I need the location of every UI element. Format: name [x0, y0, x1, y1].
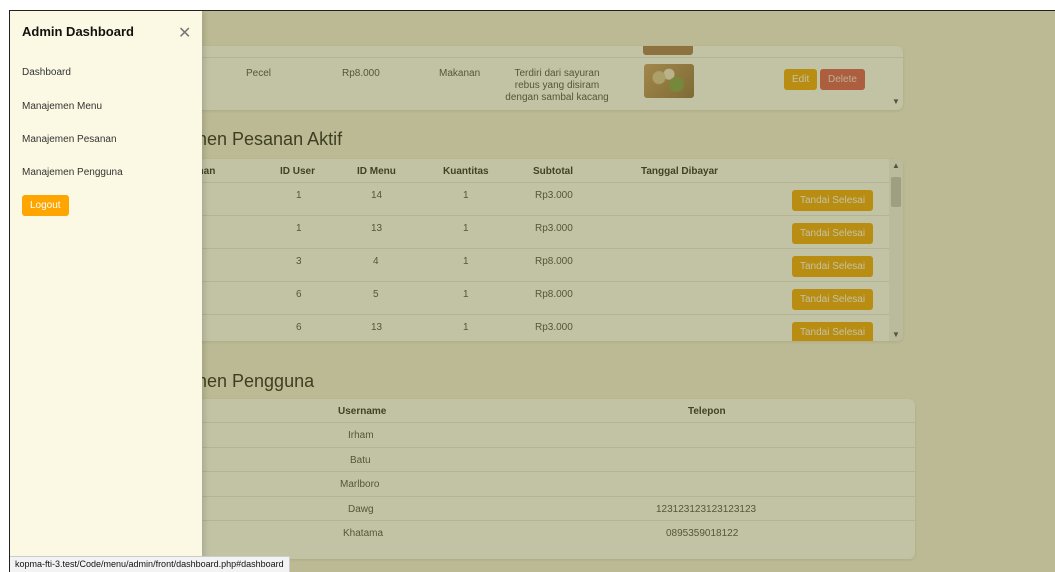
- browser-viewport: Pecel Rp8.000 Makanan Terdiri dari sayur…: [9, 10, 1055, 572]
- sidebar-item-dashboard[interactable]: Dashboard: [22, 67, 71, 78]
- sidebar-item-manajemen-menu[interactable]: Manajemen Menu: [22, 101, 102, 112]
- status-bar-url: kopma-fti-3.test/Code/menu/admin/front/d…: [10, 556, 290, 572]
- sidebar-item-manajemen-pengguna[interactable]: Manajemen Pengguna: [22, 167, 123, 178]
- sidebar-item-manajemen-pesanan[interactable]: Manajemen Pesanan: [22, 134, 117, 145]
- sidebar-header: Admin Dashboard ✕: [10, 11, 202, 57]
- logout-button[interactable]: Logout: [22, 195, 69, 216]
- sidebar: Admin Dashboard ✕ Dashboard Manajemen Me…: [10, 11, 202, 572]
- close-icon[interactable]: ✕: [178, 23, 191, 43]
- sidebar-title: Admin Dashboard: [22, 24, 134, 39]
